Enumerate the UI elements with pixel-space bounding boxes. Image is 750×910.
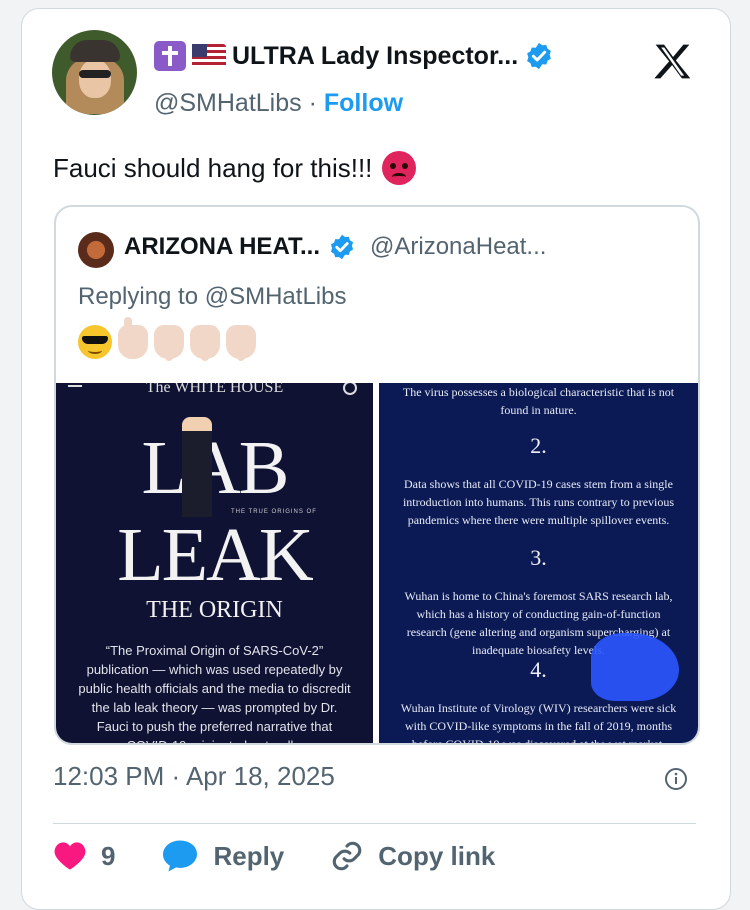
- point-1-text: The virus possesses a biological charact…: [402, 385, 675, 417]
- point-4-number: 4.: [530, 657, 547, 682]
- tagline: THE TRUE ORIGINS OF: [231, 509, 317, 515]
- author-avatar[interactable]: [52, 30, 137, 115]
- point-3-number: 3.: [530, 545, 547, 570]
- copy-link-label: Copy link: [378, 840, 496, 871]
- point-down-icon: [190, 325, 220, 361]
- white-house-header: The WHITE HOUSE: [145, 383, 284, 396]
- actions-separator: [53, 823, 696, 824]
- quoted-display-name[interactable]: ARIZONA HEAT...: [124, 233, 320, 261]
- thumbs-up-icon: [118, 317, 148, 359]
- figure-silhouette: [182, 417, 212, 517]
- avatar-face: [79, 60, 111, 98]
- verified-badge-icon: [330, 234, 354, 260]
- link-icon[interactable]: [330, 839, 364, 873]
- verified-badge-icon: [527, 42, 552, 70]
- quoted-avatar[interactable]: [78, 232, 114, 268]
- lab-leak-title: LAB LEAK: [117, 426, 314, 597]
- x-logo-icon[interactable]: [650, 39, 695, 84]
- like-count: 9: [101, 840, 116, 871]
- author-name-row[interactable]: ULTRA Lady Inspector...: [154, 41, 554, 71]
- reply-bubble-icon[interactable]: [161, 839, 199, 873]
- tweet-actions: 9 Reply Copy link: [53, 839, 541, 873]
- like-action[interactable]: 9: [53, 841, 115, 872]
- tweet-body: Fauci should hang for this!!!: [53, 152, 373, 183]
- author-handle-row: @SMHatLibs · Follow: [154, 89, 403, 118]
- tweet-timestamp[interactable]: 12:03 PM · Apr 18, 2025: [53, 761, 335, 792]
- origin-title: THE ORIGIN: [146, 597, 283, 623]
- quoted-tweet[interactable]: ARIZONA HEAT... @ArizonaHeat... Replying…: [54, 205, 700, 745]
- us-flag-icon: [192, 44, 226, 68]
- reply-label: Reply: [213, 840, 285, 871]
- point-down-icon: [226, 325, 256, 361]
- replying-to: Replying to @SMHatLibs: [78, 283, 347, 310]
- author-display-name[interactable]: ULTRA Lady Inspector...: [232, 42, 518, 71]
- point-down-icon: [154, 325, 184, 361]
- quoted-emojis: [78, 317, 256, 361]
- reply-action[interactable]: Reply: [161, 839, 284, 873]
- sunglasses-face-icon: [78, 325, 112, 359]
- tweet-card: ULTRA Lady Inspector... @SMHatLibs · Fol…: [21, 8, 731, 910]
- quoted-name-row: ARIZONA HEAT... @ArizonaHeat...: [124, 233, 546, 261]
- copy-link-action[interactable]: Copy link: [330, 839, 495, 873]
- cross-emoji-icon: [154, 41, 186, 71]
- media-image-right[interactable]: The virus possesses a biological charact…: [379, 383, 698, 743]
- point-2-number: 2.: [530, 433, 547, 458]
- media-image-left[interactable]: The WHITE HOUSE LAB LEAK THE TRUE ORIGIN…: [56, 383, 373, 743]
- origin-body: “The Proximal Origin of SARS-CoV-2” publ…: [78, 643, 351, 743]
- point-4-text: Wuhan Institute of Virology (WIV) resear…: [400, 701, 677, 743]
- angry-face-icon: [382, 151, 417, 185]
- tweet-text: Fauci should hang for this!!!: [53, 151, 417, 185]
- info-icon[interactable]: [664, 767, 688, 791]
- point-2-text: Data shows that all COVID-19 cases stem …: [402, 477, 675, 527]
- avatar-hat: [70, 40, 120, 62]
- avatar-sunglasses: [79, 70, 111, 78]
- author-handle[interactable]: @SMHatLibs: [154, 89, 302, 117]
- handle-separator: ·: [308, 89, 317, 117]
- follow-button[interactable]: Follow: [324, 89, 403, 117]
- quoted-handle[interactable]: @ArizonaHeat...: [370, 233, 546, 261]
- heart-icon[interactable]: [53, 841, 87, 871]
